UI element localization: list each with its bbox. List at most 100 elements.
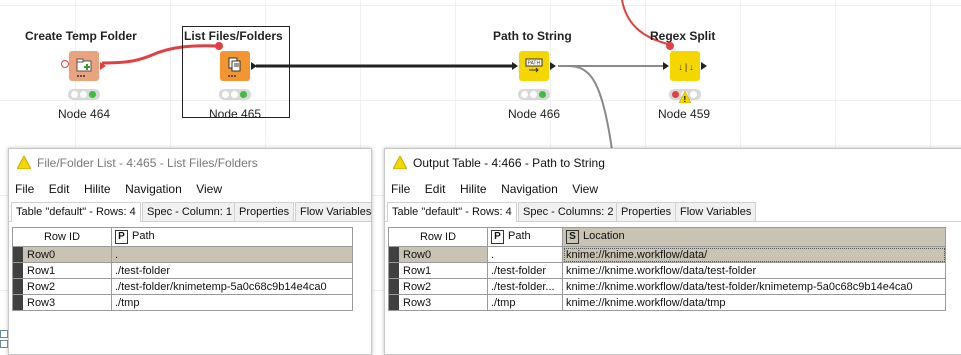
flow-variable-input-port[interactable] xyxy=(61,60,69,68)
menu-view[interactable]: View xyxy=(196,179,222,199)
row-id-cell[interactable]: Row2 xyxy=(388,278,488,295)
column-header-row-id[interactable]: Row ID xyxy=(12,227,112,247)
table-cell[interactable]: ./test-folder/knimetemp-5a0c68c9b14e4ca0 xyxy=(111,278,353,295)
node-title: Path to String xyxy=(493,29,572,43)
regex-split-icon[interactable]: ↓|↓ xyxy=(670,51,700,81)
status-light xyxy=(231,91,238,98)
table-cell[interactable]: knime://knime.workflow/data/ xyxy=(562,246,946,263)
knime-triangle-icon xyxy=(393,156,407,169)
menu-hilite[interactable]: Hilite xyxy=(84,179,111,199)
warning-icon: ! xyxy=(679,91,691,103)
table-cell[interactable]: ./test-folder... xyxy=(487,278,563,295)
path-to-string-icon[interactable]: PATH xyxy=(519,51,549,81)
column-header-row-id[interactable]: Row ID xyxy=(388,227,488,247)
table-cell[interactable]: ./test-folder xyxy=(111,262,353,279)
file-list-icon[interactable] xyxy=(220,51,250,81)
node-title: Regex Split xyxy=(650,29,716,43)
port-view-window-file-folder-list[interactable]: File/Folder List - 4:465 - List Files/Fo… xyxy=(8,148,372,355)
output-port[interactable] xyxy=(550,62,556,70)
status-light xyxy=(89,91,96,98)
column-header-path[interactable]: P Path xyxy=(111,227,353,247)
column-header-label: Path xyxy=(132,230,155,242)
menu-edit[interactable]: Edit xyxy=(49,179,70,199)
row-id-cell[interactable]: Row3 xyxy=(388,294,488,311)
tab-spec[interactable]: Spec - Columns: 2 xyxy=(518,202,619,221)
tab-properties[interactable]: Properties xyxy=(234,202,295,221)
status-light xyxy=(672,91,679,98)
string-type-icon: S xyxy=(566,230,579,244)
menu-navigation[interactable]: Navigation xyxy=(501,179,558,199)
svg-text:↓|↓: ↓|↓ xyxy=(678,63,694,73)
node-title: Create Temp Folder xyxy=(25,29,137,43)
row-id: Row3 xyxy=(403,296,432,309)
table-cell[interactable]: ./tmp xyxy=(487,294,563,311)
tab-properties[interactable]: Properties xyxy=(616,202,677,221)
flow-variable-input-port[interactable] xyxy=(215,42,223,50)
tab-spec[interactable]: Spec - Column: 1 xyxy=(142,202,237,221)
row-marker xyxy=(389,247,399,262)
tab-flow-variables[interactable]: Flow Variables xyxy=(675,202,757,221)
table-cell[interactable]: ./test-folder xyxy=(487,262,563,279)
menu-edit[interactable]: Edit xyxy=(425,179,446,199)
svg-text:!: ! xyxy=(684,95,687,103)
table-header-row: Row ID P Path xyxy=(12,227,353,247)
window-title: File/Folder List - 4:465 - List Files/Fo… xyxy=(37,156,258,170)
row-id-cell[interactable]: Row0 xyxy=(12,246,112,263)
status-light xyxy=(539,91,546,98)
tab-flow-variables[interactable]: Flow Variables xyxy=(295,202,371,221)
window-title-bar[interactable]: File/Folder List - 4:465 - List Files/Fo… xyxy=(9,149,371,177)
node-label[interactable]: Node 465 xyxy=(209,107,261,121)
table-row[interactable]: Row2 ./test-folder... knime://knime.work… xyxy=(388,278,946,295)
table-cell[interactable]: knime://knime.workflow/data/test-folder/… xyxy=(562,278,946,295)
window-title-bar[interactable]: Output Table - 4:466 - Path to String xyxy=(385,149,961,177)
column-header-location[interactable]: S Location xyxy=(562,227,946,247)
row-id-cell[interactable]: Row3 xyxy=(12,294,112,311)
menu-hilite[interactable]: Hilite xyxy=(460,179,487,199)
node-label[interactable]: Node 464 xyxy=(58,107,110,121)
table-header-row: Row ID P Path S Location xyxy=(388,227,946,247)
table-row[interactable]: Row1 ./test-folder knime://knime.workflo… xyxy=(388,262,946,279)
output-port[interactable] xyxy=(251,62,257,70)
status-light xyxy=(690,91,697,98)
row-id-cell[interactable]: Row1 xyxy=(12,262,112,279)
table-cell[interactable]: . xyxy=(487,246,563,263)
table-row[interactable]: Row0 . xyxy=(12,246,353,263)
tab-bar: Table "default" - Rows: 4 Spec - Column:… xyxy=(9,201,371,222)
table-row[interactable]: Row3 ./tmp knime://knime.workflow/data/t… xyxy=(388,294,946,311)
tab-table[interactable]: Table "default" - Rows: 4 xyxy=(11,202,141,222)
port-view-window-output-table[interactable]: Output Table - 4:466 - Path to String Fi… xyxy=(384,148,961,355)
node-label[interactable]: Node 466 xyxy=(508,107,560,121)
menu-bar: File Edit Hilite Navigation View xyxy=(385,179,961,199)
table-row[interactable]: Row1 ./test-folder xyxy=(12,262,353,279)
data-connection-466-down xyxy=(567,65,613,151)
table-cell[interactable]: knime://knime.workflow/data/tmp xyxy=(562,294,946,311)
input-port[interactable] xyxy=(512,62,518,70)
window-title: Output Table - 4:466 - Path to String xyxy=(413,156,605,170)
menu-file[interactable]: File xyxy=(391,179,410,199)
table-cell[interactable]: knime://knime.workflow/data/test-folder xyxy=(562,262,946,279)
flow-variable-input-port[interactable] xyxy=(666,42,674,50)
menu-file[interactable]: File xyxy=(15,179,34,199)
menu-navigation[interactable]: Navigation xyxy=(125,179,182,199)
tab-table[interactable]: Table "default" - Rows: 4 xyxy=(387,202,517,222)
input-port[interactable] xyxy=(663,62,669,70)
table-row[interactable]: Row2 ./test-folder/knimetemp-5a0c68c9b14… xyxy=(12,278,353,295)
table-cell[interactable]: ./tmp xyxy=(111,294,353,311)
status-light xyxy=(240,91,247,98)
row-marker xyxy=(13,295,23,310)
table-row[interactable]: Row3 ./tmp xyxy=(12,294,353,311)
table-cell[interactable]: . xyxy=(111,246,353,263)
table-row[interactable]: Row0 . knime://knime.workflow/data/ xyxy=(388,246,946,263)
node-status-lights xyxy=(219,89,251,100)
row-id-cell[interactable]: Row0 xyxy=(388,246,488,263)
row-id-cell[interactable]: Row2 xyxy=(12,278,112,295)
data-table: Row ID P Path S Location Row0 . knime://kn… xyxy=(388,227,946,311)
row-marker xyxy=(13,263,23,278)
node-label[interactable]: Node 459 xyxy=(658,107,710,121)
output-port[interactable] xyxy=(100,62,106,70)
output-port[interactable] xyxy=(701,62,707,70)
column-header-path[interactable]: P Path xyxy=(487,227,563,247)
folder-plus-icon[interactable] xyxy=(69,51,99,81)
menu-view[interactable]: View xyxy=(572,179,598,199)
row-id-cell[interactable]: Row1 xyxy=(388,262,488,279)
